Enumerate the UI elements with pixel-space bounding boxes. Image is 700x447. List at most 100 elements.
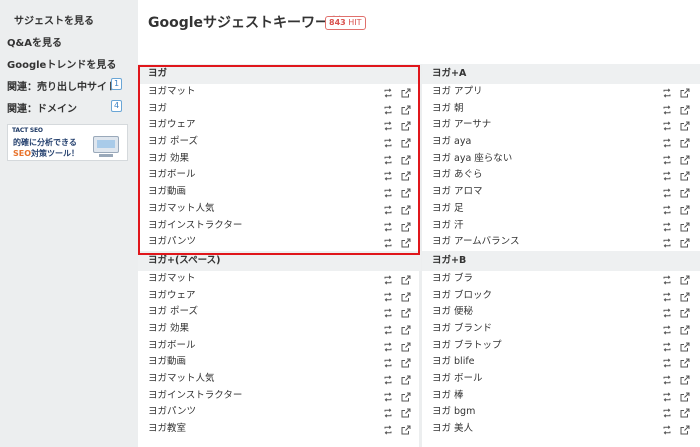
sidebar-item-domains[interactable]: 関連：ドメイン 4 xyxy=(7,100,128,115)
keyword-row[interactable]: ヨガ 便秘 xyxy=(422,304,700,321)
swap-icon[interactable] xyxy=(662,342,672,352)
open-external-icon[interactable] xyxy=(401,155,411,165)
swap-icon[interactable] xyxy=(383,205,393,215)
keyword-text[interactable]: ヨガ動画 xyxy=(148,356,186,367)
keyword-text[interactable]: ヨガ アームバランス xyxy=(432,236,519,247)
open-external-icon[interactable] xyxy=(401,325,411,335)
sidebar-item-qa[interactable]: Q&Aを見る xyxy=(7,34,62,49)
open-external-icon[interactable] xyxy=(680,138,690,148)
keyword-row[interactable]: ヨガ ブラトップ xyxy=(422,338,700,355)
keyword-row[interactable]: ヨガ xyxy=(138,101,421,118)
open-external-icon[interactable] xyxy=(401,138,411,148)
keyword-text[interactable]: ヨガ aya 座らない xyxy=(432,153,512,164)
keyword-text[interactable]: ヨガ xyxy=(148,103,167,114)
swap-icon[interactable] xyxy=(383,408,393,418)
open-external-icon[interactable] xyxy=(401,408,411,418)
swap-icon[interactable] xyxy=(383,105,393,115)
keyword-text[interactable]: ヨガ教室 xyxy=(148,423,186,434)
keyword-row[interactable]: ヨガ ボール xyxy=(422,371,700,388)
open-external-icon[interactable] xyxy=(401,342,411,352)
keyword-text[interactable]: ヨガ 美人 xyxy=(432,423,473,434)
keyword-row[interactable]: ヨガマット人気 xyxy=(138,371,421,388)
keyword-row[interactable]: ヨガ アームバランス xyxy=(422,234,700,251)
open-external-icon[interactable] xyxy=(680,88,690,98)
keyword-row[interactable]: ヨガボール xyxy=(138,167,421,184)
open-external-icon[interactable] xyxy=(401,171,411,181)
open-external-icon[interactable] xyxy=(401,425,411,435)
swap-icon[interactable] xyxy=(662,292,672,302)
open-external-icon[interactable] xyxy=(401,308,411,318)
keyword-text[interactable]: ヨガ アーサナ xyxy=(432,119,491,130)
keyword-text[interactable]: ヨガ あぐら xyxy=(432,169,483,180)
swap-icon[interactable] xyxy=(662,138,672,148)
keyword-text[interactable]: ヨガ アプリ xyxy=(432,86,483,97)
keyword-text[interactable]: ヨガパンツ xyxy=(148,406,196,417)
swap-icon[interactable] xyxy=(662,308,672,318)
swap-icon[interactable] xyxy=(662,358,672,368)
keyword-text[interactable]: ヨガ blife xyxy=(432,356,475,367)
open-external-icon[interactable] xyxy=(680,155,690,165)
keyword-row[interactable]: ヨガマット xyxy=(138,271,421,288)
open-external-icon[interactable] xyxy=(680,238,690,248)
keyword-row[interactable]: ヨガ教室 xyxy=(138,421,421,438)
keyword-text[interactable]: ヨガ ボール xyxy=(432,373,483,384)
swap-icon[interactable] xyxy=(383,121,393,131)
open-external-icon[interactable] xyxy=(680,188,690,198)
keyword-row[interactable]: ヨガマット xyxy=(138,84,421,101)
keyword-row[interactable]: ヨガインストラクター xyxy=(138,218,421,235)
swap-icon[interactable] xyxy=(383,375,393,385)
swap-icon[interactable] xyxy=(383,358,393,368)
open-external-icon[interactable] xyxy=(680,292,690,302)
keyword-row[interactable]: ヨガ 効果 xyxy=(138,321,421,338)
open-external-icon[interactable] xyxy=(680,121,690,131)
keyword-text[interactable]: ヨガウェア xyxy=(148,290,196,301)
open-external-icon[interactable] xyxy=(680,342,690,352)
keyword-text[interactable]: ヨガパンツ xyxy=(148,236,196,247)
open-external-icon[interactable] xyxy=(401,205,411,215)
swap-icon[interactable] xyxy=(662,205,672,215)
open-external-icon[interactable] xyxy=(401,292,411,302)
swap-icon[interactable] xyxy=(383,275,393,285)
keyword-row[interactable]: ヨガウェア xyxy=(138,288,421,305)
swap-icon[interactable] xyxy=(383,222,393,232)
open-external-icon[interactable] xyxy=(680,171,690,181)
open-external-icon[interactable] xyxy=(680,308,690,318)
swap-icon[interactable] xyxy=(383,188,393,198)
open-external-icon[interactable] xyxy=(401,188,411,198)
swap-icon[interactable] xyxy=(662,155,672,165)
swap-icon[interactable] xyxy=(383,342,393,352)
open-external-icon[interactable] xyxy=(401,238,411,248)
keyword-text[interactable]: ヨガマット人気 xyxy=(148,373,215,384)
swap-icon[interactable] xyxy=(383,425,393,435)
open-external-icon[interactable] xyxy=(401,121,411,131)
keyword-text[interactable]: ヨガ アロマ xyxy=(432,186,483,197)
keyword-row[interactable]: ヨガ aya xyxy=(422,134,700,151)
keyword-text[interactable]: ヨガインストラクター xyxy=(148,220,242,231)
keyword-text[interactable]: ヨガマット xyxy=(148,86,196,97)
keyword-text[interactable]: ヨガ ポーズ xyxy=(148,306,198,317)
open-external-icon[interactable] xyxy=(680,408,690,418)
swap-icon[interactable] xyxy=(662,188,672,198)
swap-icon[interactable] xyxy=(662,408,672,418)
open-external-icon[interactable] xyxy=(680,392,690,402)
keyword-row[interactable]: ヨガ アロマ xyxy=(422,184,700,201)
keyword-text[interactable]: ヨガ 棒 xyxy=(432,390,464,401)
keyword-text[interactable]: ヨガ ブロック xyxy=(432,290,492,301)
keyword-text[interactable]: ヨガ 朝 xyxy=(432,103,464,114)
keyword-row[interactable]: ヨガ 棒 xyxy=(422,388,700,405)
open-external-icon[interactable] xyxy=(680,105,690,115)
open-external-icon[interactable] xyxy=(680,358,690,368)
keyword-text[interactable]: ヨガ 効果 xyxy=(148,153,189,164)
swap-icon[interactable] xyxy=(662,105,672,115)
keyword-text[interactable]: ヨガ 効果 xyxy=(148,323,189,334)
keyword-row[interactable]: ヨガインストラクター xyxy=(138,388,421,405)
swap-icon[interactable] xyxy=(383,392,393,402)
keyword-row[interactable]: ヨガパンツ xyxy=(138,404,421,421)
keyword-row[interactable]: ヨガウェア xyxy=(138,117,421,134)
swap-icon[interactable] xyxy=(383,155,393,165)
keyword-row[interactable]: ヨガ あぐら xyxy=(422,167,700,184)
swap-icon[interactable] xyxy=(662,275,672,285)
keyword-text[interactable]: ヨガ ブラトップ xyxy=(432,340,502,351)
keyword-row[interactable]: ヨガ 効果 xyxy=(138,151,421,168)
keyword-row[interactable]: ヨガ bgm xyxy=(422,404,700,421)
